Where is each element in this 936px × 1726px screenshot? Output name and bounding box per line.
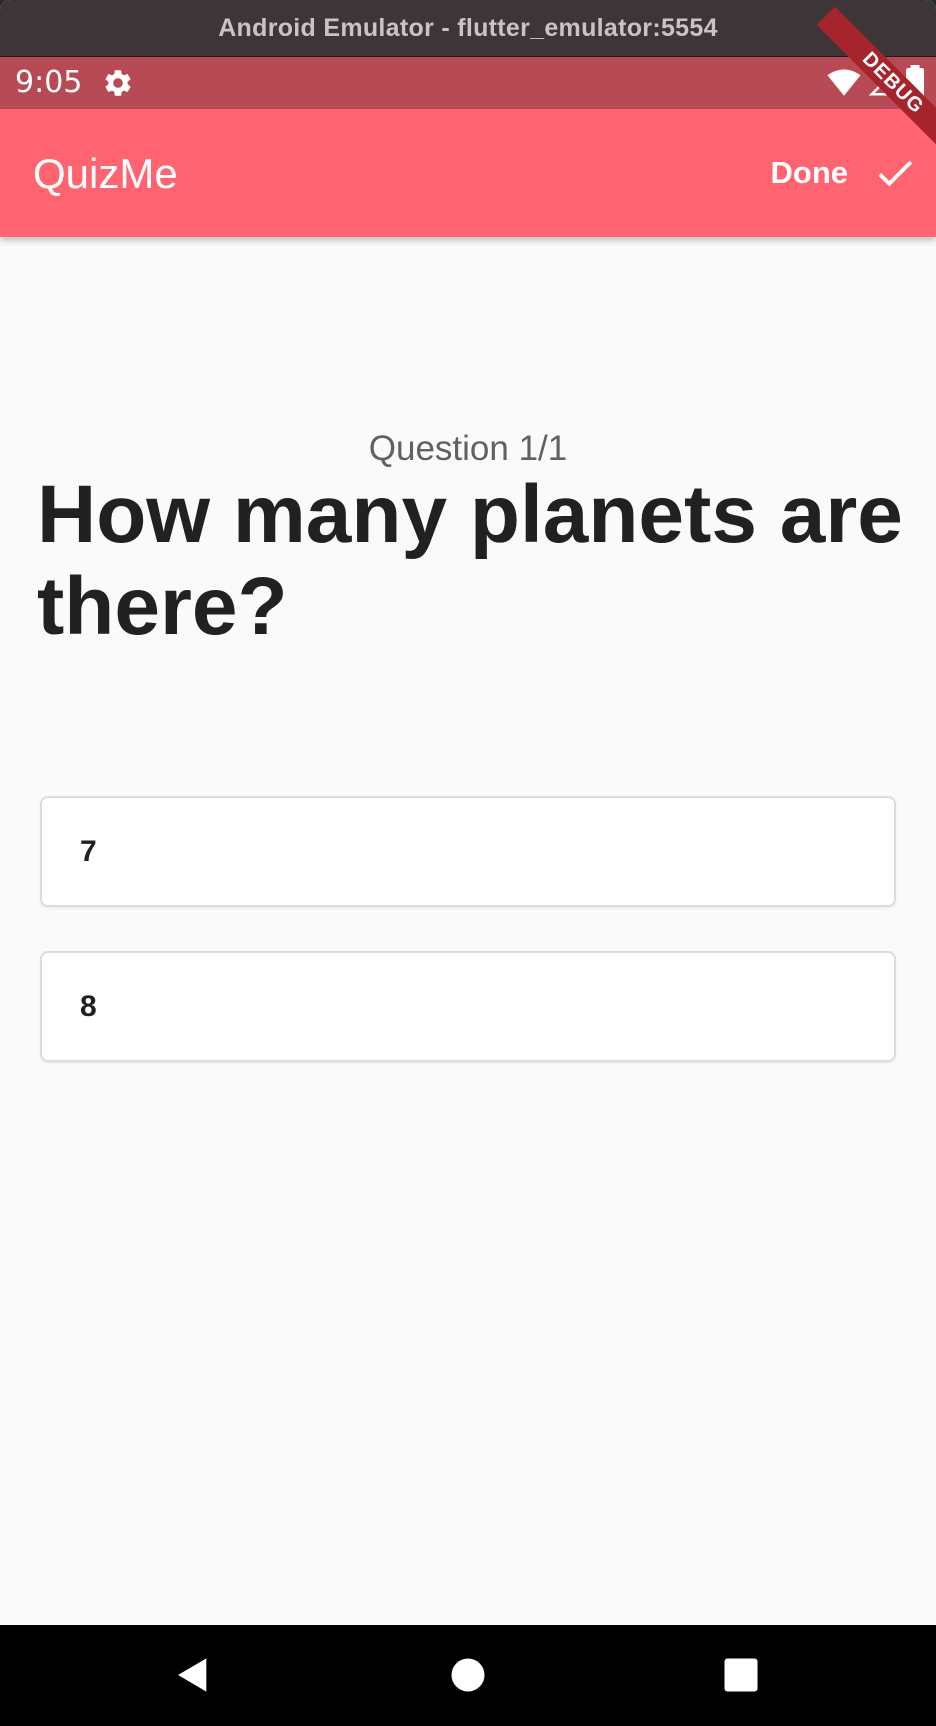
window-titlebar: Android Emulator - flutter_emulator:5554 bbox=[0, 0, 936, 57]
status-bar: 9:05 bbox=[0, 57, 936, 109]
app-title: QuizMe bbox=[33, 150, 178, 197]
answer-label: 8 bbox=[80, 990, 97, 1023]
system-nav-bar bbox=[0, 1625, 936, 1726]
window-title: Android Emulator - flutter_emulator:5554 bbox=[218, 13, 718, 42]
done-label: Done bbox=[770, 155, 849, 190]
quiz-content: Question 1/1 How many planets are there?… bbox=[0, 237, 936, 1625]
done-button[interactable]: Done bbox=[771, 143, 919, 203]
gear-icon bbox=[105, 70, 131, 96]
question-text: How many planets are there? bbox=[37, 469, 903, 652]
question-counter: Question 1/1 bbox=[368, 429, 568, 468]
check-icon bbox=[878, 160, 913, 187]
back-button[interactable] bbox=[168, 1650, 218, 1700]
recents-button[interactable] bbox=[716, 1650, 766, 1700]
home-icon bbox=[451, 1658, 485, 1692]
status-time: 9:05 bbox=[15, 65, 83, 100]
answer-option[interactable]: 7 bbox=[40, 796, 896, 907]
home-button[interactable] bbox=[443, 1650, 493, 1700]
app-bar: QuizMe Done bbox=[0, 109, 936, 237]
back-icon bbox=[178, 1658, 207, 1692]
wifi-icon bbox=[827, 69, 861, 96]
recents-icon bbox=[724, 1658, 758, 1692]
answer-option[interactable]: 8 bbox=[40, 951, 896, 1062]
answer-label: 7 bbox=[80, 835, 97, 868]
emulator-window: Android Emulator - flutter_emulator:5554… bbox=[0, 0, 936, 1726]
